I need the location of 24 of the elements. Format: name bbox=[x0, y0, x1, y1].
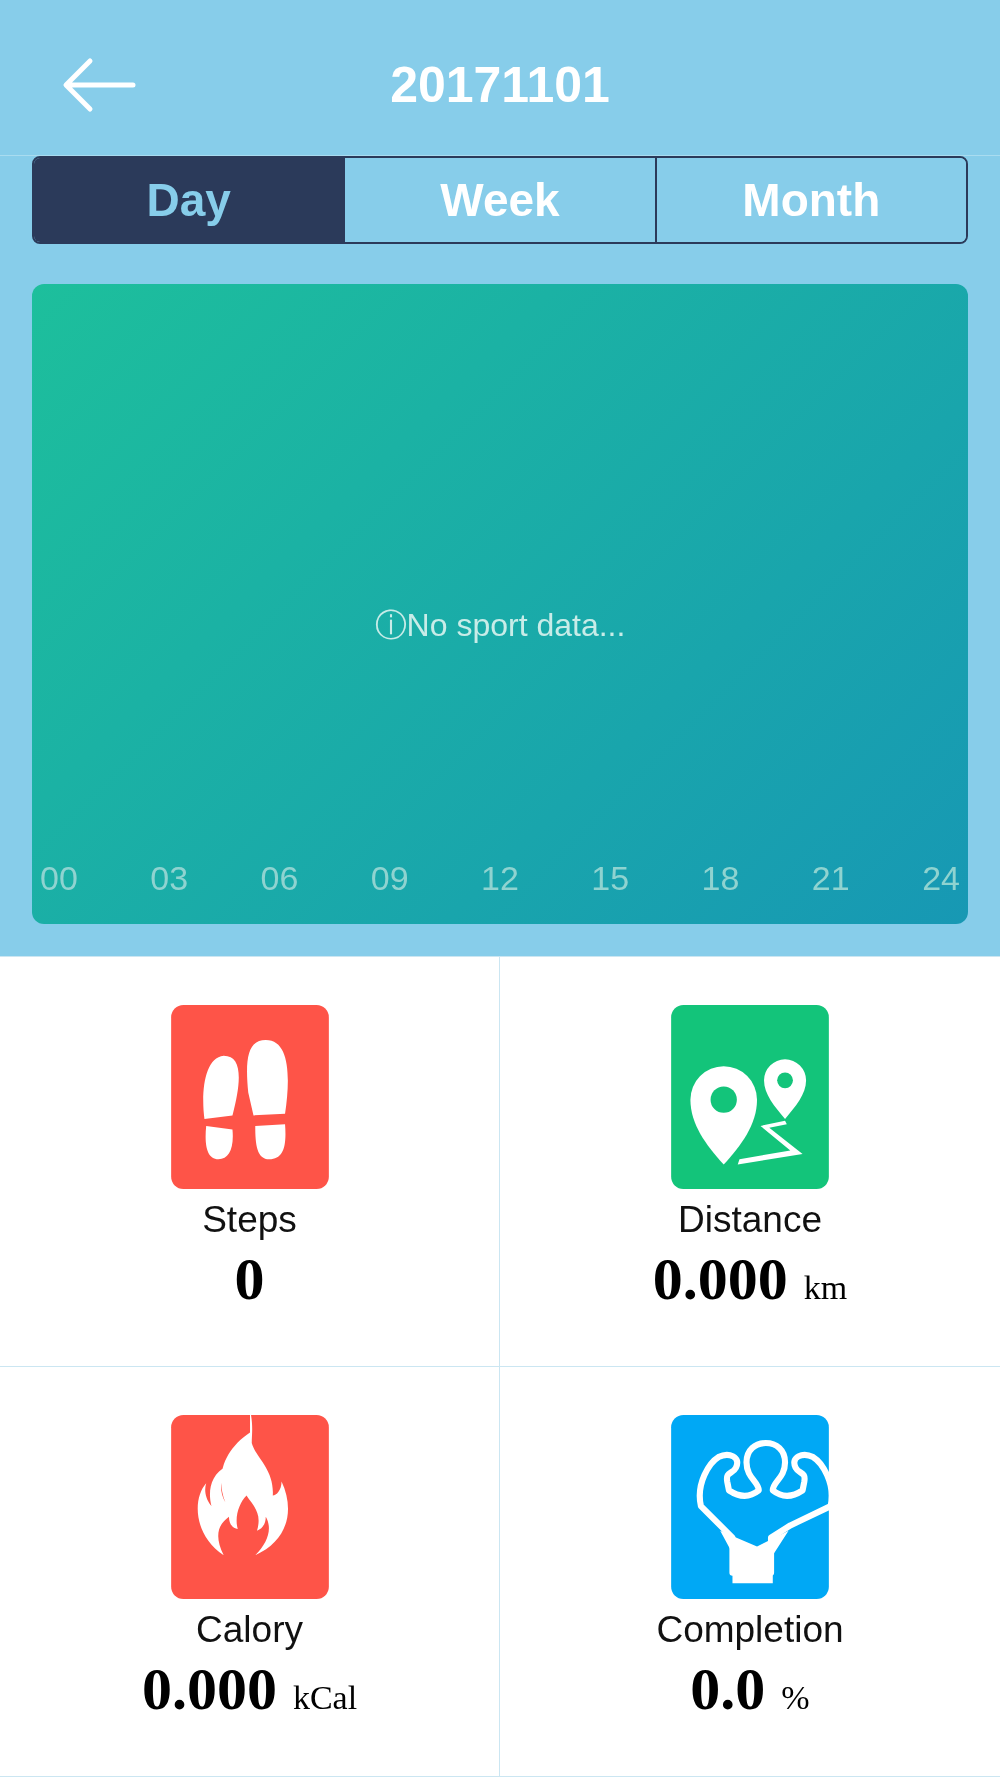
axis-label: 09 bbox=[370, 859, 409, 898]
stat-value: 0.000 bbox=[652, 1245, 788, 1314]
axis-label: 18 bbox=[701, 859, 740, 898]
period-tab[interactable]: Day bbox=[34, 158, 344, 242]
stat-value: 0 bbox=[234, 1245, 265, 1314]
axis-label: 24 bbox=[922, 859, 960, 898]
page-title: 20171101 bbox=[390, 55, 610, 114]
stat-unit: % bbox=[781, 1679, 810, 1717]
stat-label: Calory bbox=[196, 1609, 303, 1651]
stat-label: Completion bbox=[656, 1609, 844, 1651]
stat-value: 0.0 bbox=[690, 1655, 766, 1724]
stat-unit: km bbox=[803, 1269, 848, 1307]
axis-label: 21 bbox=[811, 859, 850, 898]
axis-label: 15 bbox=[591, 859, 630, 898]
axis-label: 00 bbox=[40, 859, 78, 898]
stat-label: Distance bbox=[678, 1199, 822, 1241]
stat-label: Steps bbox=[202, 1199, 297, 1241]
stat-unit: kCal bbox=[292, 1679, 358, 1717]
axis-label: 06 bbox=[260, 859, 299, 898]
period-tab[interactable]: Month bbox=[654, 158, 966, 242]
stat-value: 0.000 bbox=[141, 1655, 277, 1724]
axis-label: 03 bbox=[150, 859, 189, 898]
empty-message: ⓘNo sport data... bbox=[374, 606, 626, 645]
axis-label: 12 bbox=[481, 859, 519, 898]
